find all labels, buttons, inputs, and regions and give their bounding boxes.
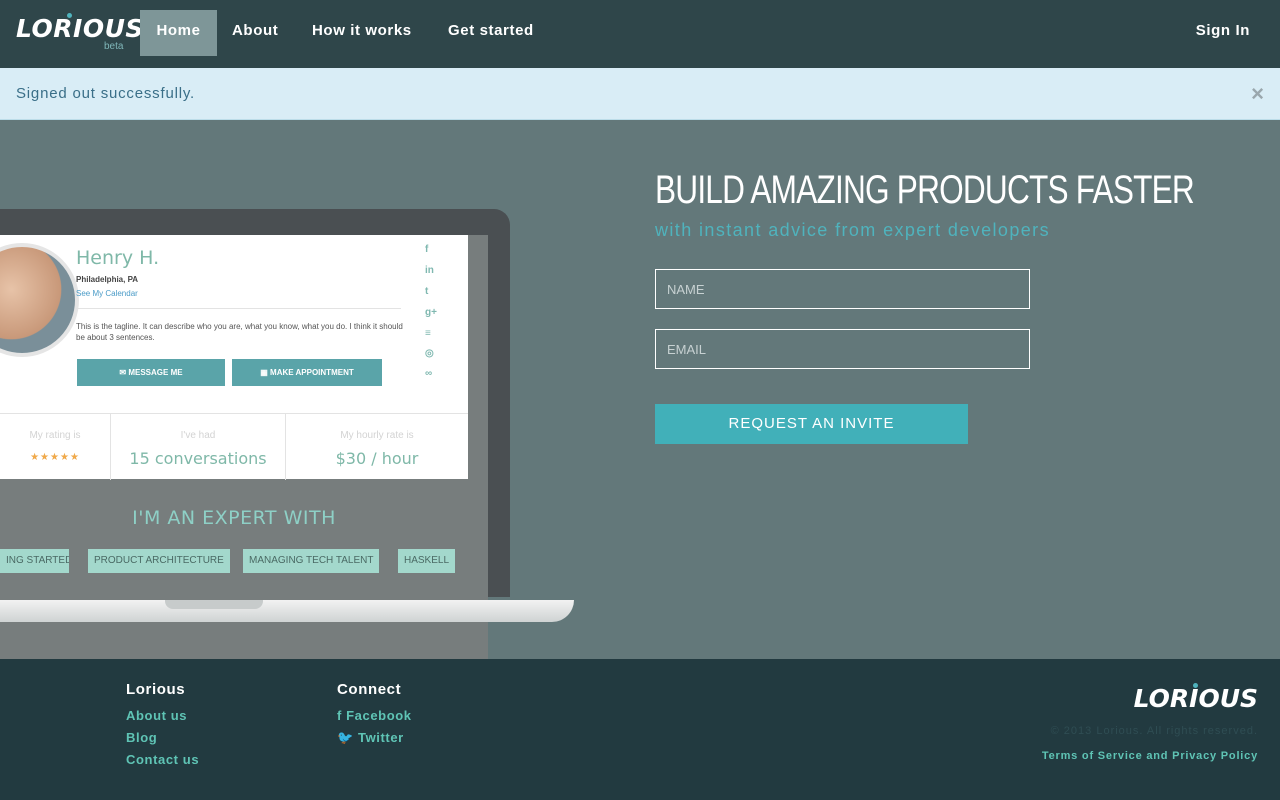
copyright: © 2013 Lorious. All rights reserved.: [1050, 725, 1258, 737]
name-field[interactable]: [655, 269, 1030, 309]
stat-rate-label: My hourly rate is: [340, 430, 414, 441]
profile-tagline: This is the tagline. It can describe who…: [76, 322, 403, 342]
link-icon[interactable]: ∞: [425, 368, 432, 379]
laptop-screen: Henry H. Philadelphia, PA See My Calenda…: [0, 235, 488, 659]
logo[interactable]: LORIOUS: [16, 14, 144, 43]
google-plus-icon[interactable]: g+: [425, 307, 437, 318]
facebook-icon[interactable]: f: [425, 244, 428, 255]
linkedin-icon[interactable]: in: [425, 265, 434, 276]
footer-contact-link[interactable]: Contact us: [126, 752, 199, 767]
profile-name: Henry H.: [76, 247, 160, 269]
nav-get-started[interactable]: Get started: [433, 10, 549, 56]
stackoverflow-icon[interactable]: ≡: [425, 328, 431, 339]
profile-location: Philadelphia, PA: [76, 275, 139, 284]
sign-in-link[interactable]: Sign In: [1196, 10, 1250, 56]
skill-tag: ING STARTED: [0, 549, 69, 573]
stat-conversations-value: 15 conversations: [129, 449, 267, 468]
footer-blog-link[interactable]: Blog: [126, 730, 157, 745]
skill-tag: PRODUCT ARCHITECTURE: [88, 549, 230, 573]
footer-about-link[interactable]: About us: [126, 708, 187, 723]
stat-rating-label: My rating is: [29, 430, 81, 441]
github-icon[interactable]: ◎: [425, 348, 434, 359]
alert-message: Signed out successfully.: [16, 85, 196, 102]
skill-tag: HASKELL: [398, 549, 456, 573]
beta-badge: beta: [104, 41, 124, 52]
footer-connect-title: Connect: [337, 681, 402, 698]
stat-conversations: I've had 15 conversations: [111, 414, 286, 480]
nav-how-it-works[interactable]: How it works: [297, 10, 427, 56]
footer-logo: LORIOUS: [1133, 684, 1258, 713]
footer-logo-dot: [1193, 683, 1198, 688]
profile-card: Henry H. Philadelphia, PA See My Calenda…: [0, 235, 468, 413]
logo-dot: [67, 13, 72, 18]
message-me-button[interactable]: ✉ MESSAGE ME: [77, 359, 225, 386]
footer-facebook-link[interactable]: f Facebook: [337, 708, 412, 723]
footer-twitter-link[interactable]: 🐦 Twitter: [337, 730, 404, 746]
twitter-icon[interactable]: t: [425, 286, 428, 297]
stat-hourly-rate: My hourly rate is $30 / hour: [286, 414, 468, 480]
nav-home[interactable]: Home: [140, 10, 217, 56]
stat-conversations-label: I've had: [180, 430, 216, 441]
terms-link[interactable]: Terms of Service and Privacy Policy: [1042, 750, 1258, 762]
email-field[interactable]: [655, 329, 1030, 369]
skill-tag: MANAGING TECH TALENT: [243, 549, 380, 573]
expert-title: I'M AN EXPERT WITH: [132, 507, 336, 529]
hero-headline: BUILD AMAZING PRODUCTS FASTER: [655, 168, 1195, 212]
hero-section: Henry H. Philadelphia, PA See My Calenda…: [0, 120, 1280, 659]
flash-alert: Signed out successfully. ×: [0, 68, 1280, 120]
rating-stars: ★★★★★: [30, 452, 80, 463]
avatar: [0, 243, 79, 357]
stat-rate-value: $30 / hour: [335, 449, 419, 468]
top-navbar: LORIOUS beta Home About How it works Get…: [0, 0, 1280, 68]
profile-stats: My rating is ★★★★★ I've had 15 conversat…: [0, 413, 468, 480]
laptop-base: [0, 600, 574, 622]
footer: Lorious About us Blog Contact us Connect…: [0, 659, 1280, 800]
laptop-notch: [165, 600, 263, 609]
close-icon[interactable]: ×: [1251, 81, 1264, 107]
divider: [76, 308, 401, 309]
see-calendar-link[interactable]: See My Calendar: [76, 289, 138, 298]
stat-rating: My rating is ★★★★★: [0, 414, 111, 480]
make-appointment-button[interactable]: ▦ MAKE APPOINTMENT: [232, 359, 382, 386]
request-invite-button[interactable]: REQUEST AN INVITE: [655, 404, 968, 444]
footer-lorious-title: Lorious: [126, 681, 186, 698]
hero-subheadline: with instant advice from expert develope…: [655, 220, 1050, 240]
nav-about[interactable]: About: [217, 10, 293, 56]
